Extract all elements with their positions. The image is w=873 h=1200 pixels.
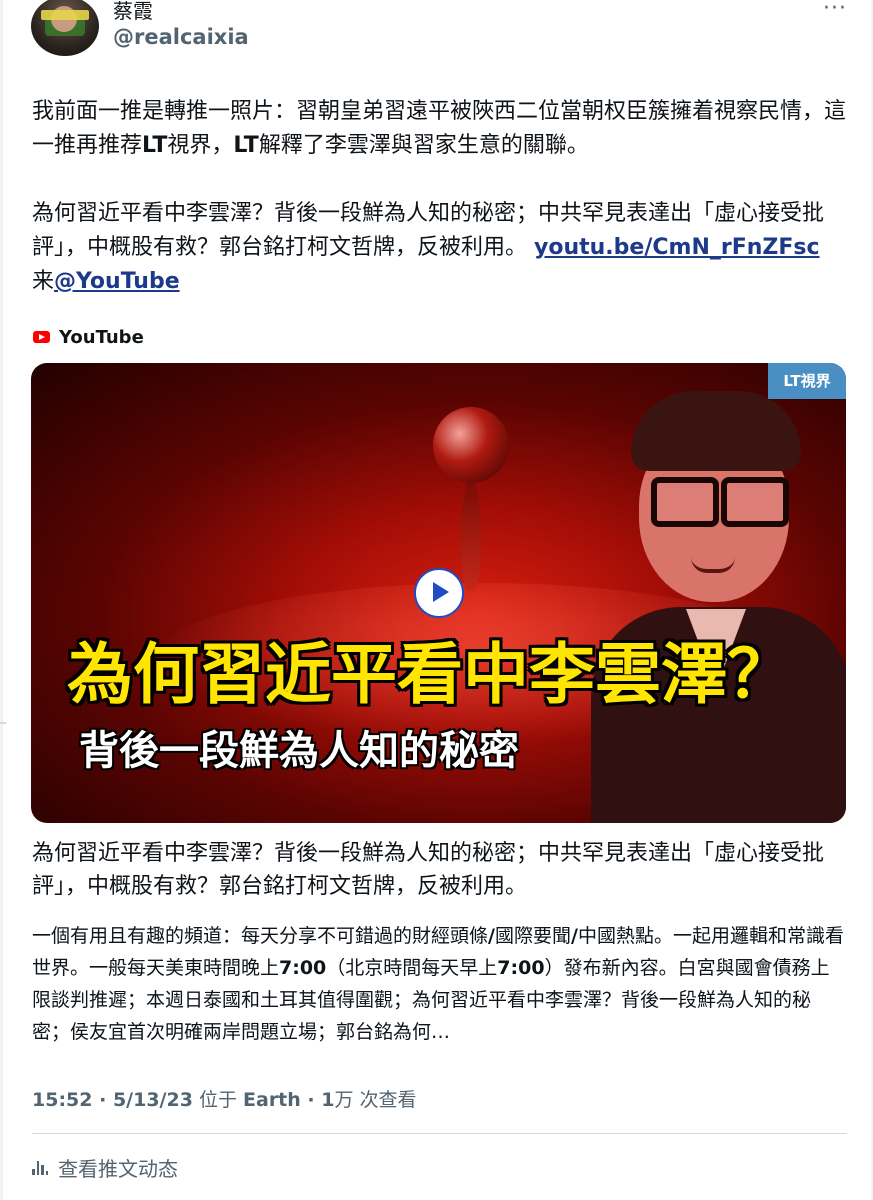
view-count: 1 [321,1089,335,1111]
view-count-unit: 万 [334,1089,354,1111]
card-description-segment: （北京時間每天早上 [326,957,498,979]
tweet-location: Earth [243,1089,301,1111]
youtube-mention-link[interactable]: @YouTube [54,269,180,294]
card-description-segment-bold: 7:00 [497,957,545,979]
presenter-glasses-left [651,477,719,527]
youtube-logo-icon [33,331,50,343]
presenter-glasses-right [721,477,789,527]
divider [32,1133,847,1134]
view-tweet-activity-button[interactable]: 查看推文动态 [32,1153,178,1181]
avatar-banner [41,10,89,20]
water-drop [433,407,509,483]
author-display-name[interactable]: 蔡霞 [113,0,153,22]
meta-separator: · [300,1089,322,1111]
tweet-text-segment-bold: LT [142,133,168,158]
thumbnail-title: 為何習近平看中李雲澤？ [67,636,793,713]
tweet-text-segment: 視界， [167,133,234,158]
tweet-date[interactable]: 5/13/23 [113,1089,193,1111]
presenter-illustration [591,387,846,823]
presenter-hair [631,391,801,471]
left-edge-marker [0,722,6,724]
tweet-paragraph-1: 我前面一推是轉推一照片：習朝皇弟習遠平被陜西二位當朝权臣簇擁着視察民情，這一推再… [32,95,847,163]
card-description-segment: 一個有用且有趣的頻道：每天分享不可錯過的財經頭條 [32,925,489,947]
play-icon[interactable] [414,568,464,618]
view-count-label: 次查看 [353,1089,417,1111]
card-description: 一個有用且有趣的頻道：每天分享不可錯過的財經頭條/國際要聞/中國熱點。一起用邏輯… [32,920,847,1048]
tweet-time[interactable]: 15:52 [32,1089,92,1111]
card-description-segment: 國際要聞 [494,925,571,947]
author-avatar[interactable] [31,0,99,56]
tweet-text-segment-bold: LT [233,133,259,158]
tweet-paragraph-2: 為何習近平看中李雲澤？背後一段鮮為人知的秘密；中共罕見表達出「虛心接受批評」，中… [32,197,847,299]
card-description-segment-bold: / [570,925,578,947]
tweet-meta: 15:52 · 5/13/23 位于 Earth · 1万 次查看 [32,1087,417,1113]
location-prefix: 位于 [192,1089,244,1111]
tweet-text: 我前面一推是轉推一照片：習朝皇弟習遠平被陜西二位當朝权臣簇擁着視察民情，這一推再… [32,95,847,299]
water-stream [461,481,481,591]
thumbnail-subtitle: 背後一段鮮為人知的秘密 [79,728,519,774]
more-options-icon[interactable]: ··· [820,0,850,22]
card-description-segment-bold: 7:00 [279,957,327,979]
card-source: YouTube [33,325,144,349]
channel-badge: LT視界 [768,363,846,399]
card-source-label: YouTube [59,326,144,348]
tweet-text-segment: 解釋了李雲澤與習家生意的關聯。 [258,133,589,158]
youtube-link[interactable]: youtu.be/CmN_rFnZFsc [534,235,820,260]
card-description-segment-bold: / [488,925,495,947]
card-title[interactable]: 為何習近平看中李雲澤？背後一段鮮為人知的秘密；中共罕見表達出「虛心接受批評」，中… [32,837,847,903]
author-handle[interactable]: @realcaixia [113,24,249,50]
meta-separator: · [92,1089,113,1111]
analytics-bars-icon [32,1159,48,1175]
via-text: 来 [32,269,55,294]
timeline-left-border [0,0,3,1200]
view-tweet-activity-label: 查看推文动态 [58,1156,178,1181]
video-thumbnail[interactable]: LT視界 為何習近平看中李雲澤？ 背後一段鮮為人知的秘密 [31,363,846,823]
